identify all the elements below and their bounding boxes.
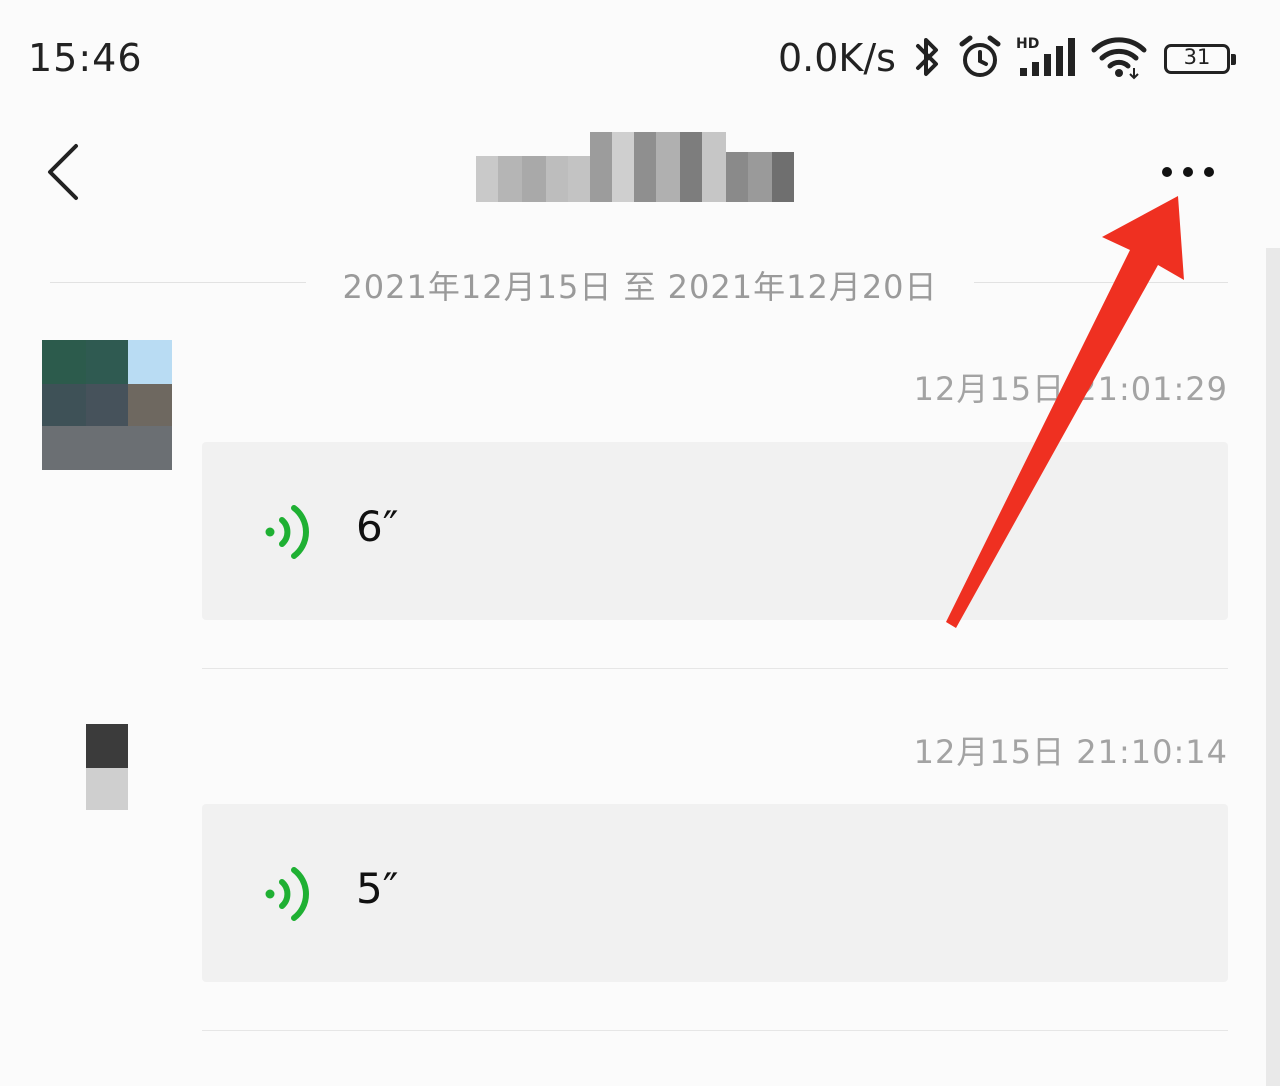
- avatar[interactable]: [42, 340, 172, 470]
- voice-duration: 6″: [356, 502, 399, 551]
- back-button[interactable]: [36, 138, 100, 210]
- network-speed: 0.0K/s: [778, 36, 896, 80]
- date-range-divider-left: [50, 282, 306, 283]
- message-timestamp: 12月15日 21:01:29: [913, 370, 1228, 408]
- status-time: 15:46: [28, 36, 143, 80]
- message-divider: [202, 1030, 1228, 1031]
- date-range-label: 2021年12月15日 至 2021年12月20日: [342, 268, 938, 306]
- voice-message-bubble[interactable]: 5″: [202, 804, 1228, 982]
- more-dots-icon: [1162, 167, 1172, 177]
- voice-icon: [265, 505, 309, 559]
- message-divider: [202, 668, 1228, 669]
- alarm-icon: [959, 35, 1001, 77]
- scrollbar[interactable]: [1266, 248, 1280, 1086]
- more-options-button[interactable]: [1152, 150, 1224, 194]
- chat-title-blurred: [476, 132, 794, 202]
- date-range-divider-right: [974, 282, 1228, 283]
- hd-signal-icon: HD: [1016, 36, 1075, 76]
- message-timestamp: 12月15日 21:10:14: [913, 733, 1228, 771]
- battery-level: 31: [1183, 45, 1211, 69]
- voice-icon: [265, 867, 309, 921]
- status-bar: 15:46 0.0K/s HD 31: [0, 0, 1280, 120]
- voice-message-bubble[interactable]: 6″: [202, 442, 1228, 620]
- voice-duration: 5″: [356, 864, 399, 913]
- battery-icon: 31: [1164, 44, 1236, 74]
- chevron-left-icon: [48, 144, 78, 200]
- avatar[interactable]: [86, 724, 128, 810]
- wifi-icon: [1091, 37, 1147, 80]
- svg-text:HD: HD: [1016, 36, 1039, 52]
- bluetooth-icon: [916, 38, 938, 76]
